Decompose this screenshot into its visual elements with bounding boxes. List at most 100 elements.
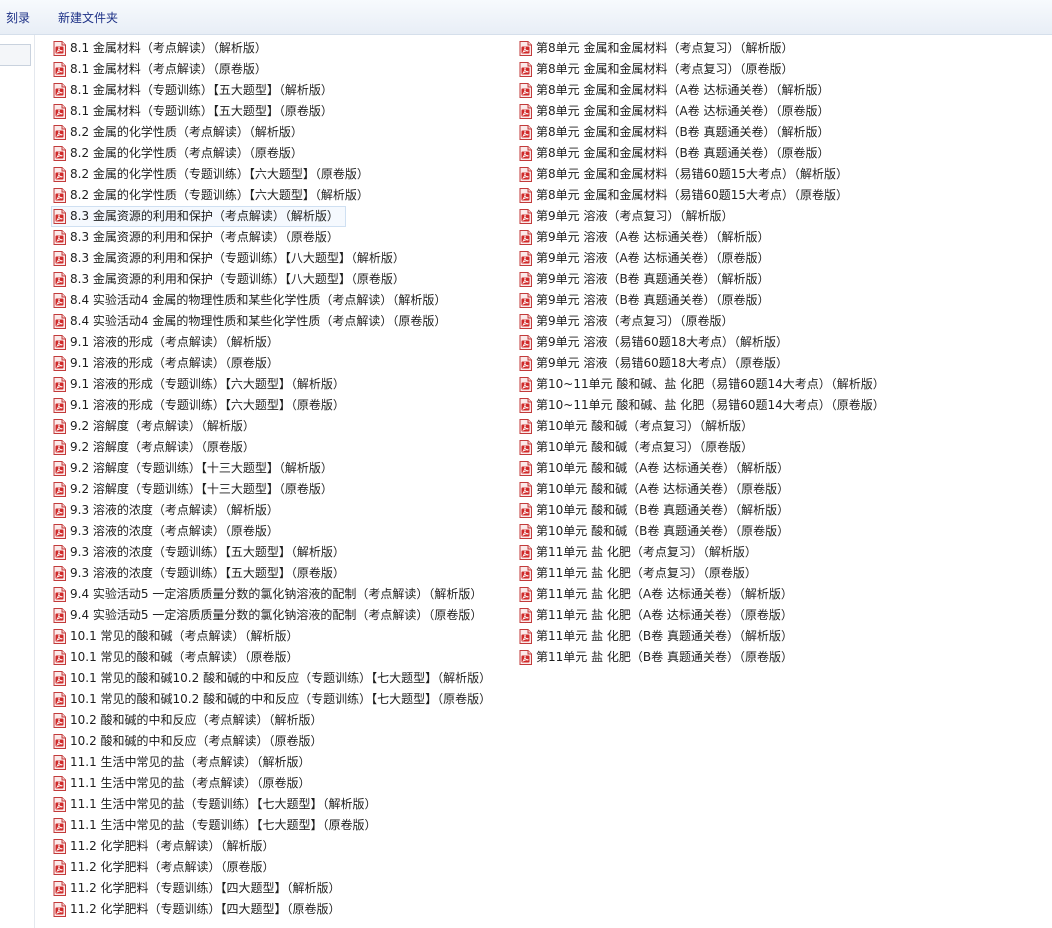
new-folder-button[interactable]: 新建文件夹 — [56, 9, 120, 27]
file-item[interactable]: 8.4 实验活动4 金属的物理性质和某些化学性质（考点解读）（原卷版） — [52, 312, 452, 331]
file-item[interactable]: 第9单元 溶液（B卷 真题通关卷）（解析版） — [518, 270, 776, 289]
file-name: 8.3 金属资源的利用和保护（考点解读）（原卷版） — [70, 230, 339, 244]
file-item[interactable]: 第10单元 酸和碱（考点复习）（解析版） — [518, 417, 759, 436]
file-item[interactable]: 第8单元 金属和金属材料（考点复习）（解析版） — [518, 39, 799, 58]
file-name: 第9单元 溶液（考点复习）（原卷版） — [536, 314, 734, 328]
file-item[interactable]: 第10~11单元 酸和碱、盐 化肥（易错60题14大考点）（解析版） — [518, 375, 891, 394]
file-name: 第10~11单元 酸和碱、盐 化肥（易错60题14大考点）（原卷版） — [536, 398, 885, 412]
file-name: 11.1 生活中常见的盐（考点解读）（解析版） — [70, 755, 311, 769]
file-name: 第11单元 盐 化肥（考点复习）（原卷版） — [536, 566, 757, 580]
pdf-file-icon — [53, 524, 66, 539]
file-item[interactable]: 10.1 常见的酸和碱（考点解读）（原卷版） — [52, 648, 305, 667]
file-item[interactable]: 第11单元 盐 化肥（B卷 真题通关卷）（原卷版） — [518, 648, 799, 667]
file-item[interactable]: 11.2 化学肥料（考点解读）（解析版） — [52, 837, 281, 856]
file-item[interactable]: 9.2 溶解度（考点解读）（解析版） — [52, 417, 261, 436]
file-item[interactable]: 9.2 溶解度（专题训练）【十三大题型】（原卷版） — [52, 480, 339, 499]
file-item[interactable]: 9.1 溶液的形成（专题训练）【六大题型】（原卷版） — [52, 396, 351, 415]
file-item[interactable]: 11.2 化学肥料（专题训练）【四大题型】（原卷版） — [52, 900, 347, 919]
file-name: 第8单元 金属和金属材料（A卷 达标通关卷）（解析版） — [536, 83, 830, 97]
file-item[interactable]: 8.3 金属资源的利用和保护（考点解读）（解析版） — [51, 206, 346, 227]
file-item[interactable]: 第10~11单元 酸和碱、盐 化肥（易错60题14大考点）（原卷版） — [518, 396, 891, 415]
file-item[interactable]: 第11单元 盐 化肥（A卷 达标通关卷）（解析版） — [518, 585, 799, 604]
file-item[interactable]: 8.2 金属的化学性质（专题训练）【六大题型】（原卷版） — [52, 165, 375, 184]
file-item[interactable]: 第9单元 溶液（A卷 达标通关卷）（原卷版） — [518, 249, 775, 268]
file-item[interactable]: 第8单元 金属和金属材料（易错60题15大考点）（原卷版） — [518, 186, 854, 205]
file-item[interactable]: 第9单元 溶液（考点复习）（解析版） — [518, 207, 739, 226]
file-item[interactable]: 第10单元 酸和碱（B卷 真题通关卷）（原卷版） — [518, 522, 795, 541]
file-item[interactable]: 第10单元 酸和碱（A卷 达标通关卷）（原卷版） — [518, 480, 795, 499]
burn-button[interactable]: 刻录 — [4, 9, 32, 27]
file-item[interactable]: 第10单元 酸和碱（A卷 达标通关卷）（解析版） — [518, 459, 795, 478]
pdf-file-icon — [53, 608, 66, 623]
file-item[interactable]: 第9单元 溶液（易错60题18大考点）（原卷版） — [518, 354, 794, 373]
file-name: 第9单元 溶液（易错60题18大考点）（解析版） — [536, 335, 788, 349]
file-item[interactable]: 10.1 常见的酸和碱10.2 酸和碱的中和反应（专题训练）【七大题型】（解析版… — [52, 669, 497, 688]
file-item[interactable]: 8.2 金属的化学性质（专题训练）【六大题型】（解析版） — [52, 186, 375, 205]
file-name: 第10单元 酸和碱（A卷 达标通关卷）（解析版） — [536, 461, 790, 475]
file-item[interactable]: 9.3 溶液的浓度（考点解读）（原卷版） — [52, 522, 285, 541]
file-item[interactable]: 11.2 化学肥料（专题训练）【四大题型】（解析版） — [52, 879, 347, 898]
file-name: 8.3 金属资源的利用和保护（专题训练）【八大题型】（解析版） — [70, 251, 405, 265]
file-item[interactable]: 9.1 溶液的形成（考点解读）（解析版） — [52, 333, 285, 352]
file-item[interactable]: 8.3 金属资源的利用和保护（专题训练）【八大题型】（解析版） — [52, 249, 411, 268]
file-name: 8.1 金属材料（考点解读）（原卷版） — [70, 62, 267, 76]
file-item[interactable]: 10.1 常见的酸和碱10.2 酸和碱的中和反应（专题训练）【七大题型】（原卷版… — [52, 690, 497, 709]
file-item[interactable]: 第8单元 金属和金属材料（B卷 真题通关卷）（解析版） — [518, 123, 836, 142]
file-item[interactable]: 8.3 金属资源的利用和保护（考点解读）（原卷版） — [52, 228, 345, 247]
file-item[interactable]: 10.2 酸和碱的中和反应（考点解读）（原卷版） — [52, 732, 329, 751]
file-item[interactable]: 9.2 溶解度（考点解读）（原卷版） — [52, 438, 261, 457]
file-item[interactable]: 9.1 溶液的形成（专题训练）【六大题型】（解析版） — [52, 375, 351, 394]
file-item[interactable]: 8.1 金属材料（专题训练）【五大题型】（原卷版） — [52, 102, 339, 121]
file-item[interactable]: 11.1 生活中常见的盐（专题训练）【七大题型】（解析版） — [52, 795, 383, 814]
file-item[interactable]: 第10单元 酸和碱（B卷 真题通关卷）（解析版） — [518, 501, 795, 520]
file-item[interactable]: 8.2 金属的化学性质（考点解读）（解析版） — [52, 123, 309, 142]
pdf-file-icon — [519, 356, 532, 371]
file-item[interactable]: 第10单元 酸和碱（考点复习）（原卷版） — [518, 438, 759, 457]
file-item[interactable]: 第8单元 金属和金属材料（B卷 真题通关卷）（原卷版） — [518, 144, 836, 163]
file-item[interactable]: 第8单元 金属和金属材料（考点复习）（原卷版） — [518, 60, 799, 79]
file-item[interactable]: 9.3 溶液的浓度（考点解读）（解析版） — [52, 501, 285, 520]
file-item[interactable]: 8.2 金属的化学性质（考点解读）（原卷版） — [52, 144, 309, 163]
navigation-pane-item[interactable] — [0, 44, 31, 66]
file-item[interactable]: 第11单元 盐 化肥（考点复习）（原卷版） — [518, 564, 763, 583]
file-item[interactable]: 9.3 溶液的浓度（专题训练）【五大题型】（原卷版） — [52, 564, 351, 583]
file-name: 第8单元 金属和金属材料（易错60题15大考点）（原卷版） — [536, 188, 848, 202]
pdf-file-icon — [53, 419, 66, 434]
file-item[interactable]: 第11单元 盐 化肥（A卷 达标通关卷）（原卷版） — [518, 606, 799, 625]
file-item[interactable]: 9.1 溶液的形成（考点解读）（原卷版） — [52, 354, 285, 373]
file-item[interactable]: 9.3 溶液的浓度（专题训练）【五大题型】（解析版） — [52, 543, 351, 562]
file-item[interactable]: 8.1 金属材料（考点解读）（解析版） — [52, 39, 273, 58]
file-item[interactable]: 第9单元 溶液（A卷 达标通关卷）（解析版） — [518, 228, 775, 247]
file-item[interactable]: 第9单元 溶液（B卷 真题通关卷）（原卷版） — [518, 291, 776, 310]
file-item[interactable]: 第11单元 盐 化肥（考点复习）（解析版） — [518, 543, 763, 562]
pdf-file-icon — [53, 251, 66, 266]
file-item[interactable]: 8.1 金属材料（考点解读）（原卷版） — [52, 60, 273, 79]
file-item[interactable]: 9.2 溶解度（专题训练）【十三大题型】（解析版） — [52, 459, 339, 478]
pdf-file-icon — [53, 188, 66, 203]
pdf-file-icon — [53, 650, 66, 665]
file-item[interactable]: 9.4 实验活动5 一定溶质质量分数的氯化钠溶液的配制（考点解读）（原卷版） — [52, 606, 488, 625]
file-item[interactable]: 11.1 生活中常见的盐（考点解读）（原卷版） — [52, 774, 317, 793]
file-item[interactable]: 10.2 酸和碱的中和反应（考点解读）（解析版） — [52, 711, 329, 730]
file-name: 第9单元 溶液（A卷 达标通关卷）（解析版） — [536, 230, 770, 244]
file-item[interactable]: 9.4 实验活动5 一定溶质质量分数的氯化钠溶液的配制（考点解读）（解析版） — [52, 585, 488, 604]
file-name: 11.2 化学肥料（专题训练）【四大题型】（原卷版） — [70, 902, 341, 916]
file-item[interactable]: 8.4 实验活动4 金属的物理性质和某些化学性质（考点解读）（解析版） — [52, 291, 452, 310]
file-item[interactable]: 第8单元 金属和金属材料（易错60题15大考点）（解析版） — [518, 165, 854, 184]
pdf-file-icon — [519, 629, 532, 644]
file-item[interactable]: 11.1 生活中常见的盐（考点解读）（解析版） — [52, 753, 317, 772]
file-item[interactable]: 第8单元 金属和金属材料（A卷 达标通关卷）（原卷版） — [518, 102, 835, 121]
file-item[interactable]: 第11单元 盐 化肥（B卷 真题通关卷）（解析版） — [518, 627, 799, 646]
file-item[interactable]: 10.1 常见的酸和碱（考点解读）（解析版） — [52, 627, 305, 646]
file-item[interactable]: 第8单元 金属和金属材料（A卷 达标通关卷）（解析版） — [518, 81, 835, 100]
file-item[interactable]: 11.2 化学肥料（考点解读）（原卷版） — [52, 858, 281, 877]
file-item[interactable]: 第9单元 溶液（考点复习）（原卷版） — [518, 312, 739, 331]
pdf-file-icon — [53, 41, 66, 56]
file-name: 第8单元 金属和金属材料（B卷 真题通关卷）（原卷版） — [536, 146, 830, 160]
file-item[interactable]: 第9单元 溶液（易错60题18大考点）（解析版） — [518, 333, 794, 352]
file-item[interactable]: 8.3 金属资源的利用和保护（专题训练）【八大题型】（原卷版） — [52, 270, 411, 289]
pdf-file-icon — [519, 146, 532, 161]
file-item[interactable]: 11.1 生活中常见的盐（专题训练）【七大题型】（原卷版） — [52, 816, 383, 835]
file-item[interactable]: 8.1 金属材料（专题训练）【五大题型】（解析版） — [52, 81, 339, 100]
file-name: 11.1 生活中常见的盐（考点解读）（原卷版） — [70, 776, 311, 790]
